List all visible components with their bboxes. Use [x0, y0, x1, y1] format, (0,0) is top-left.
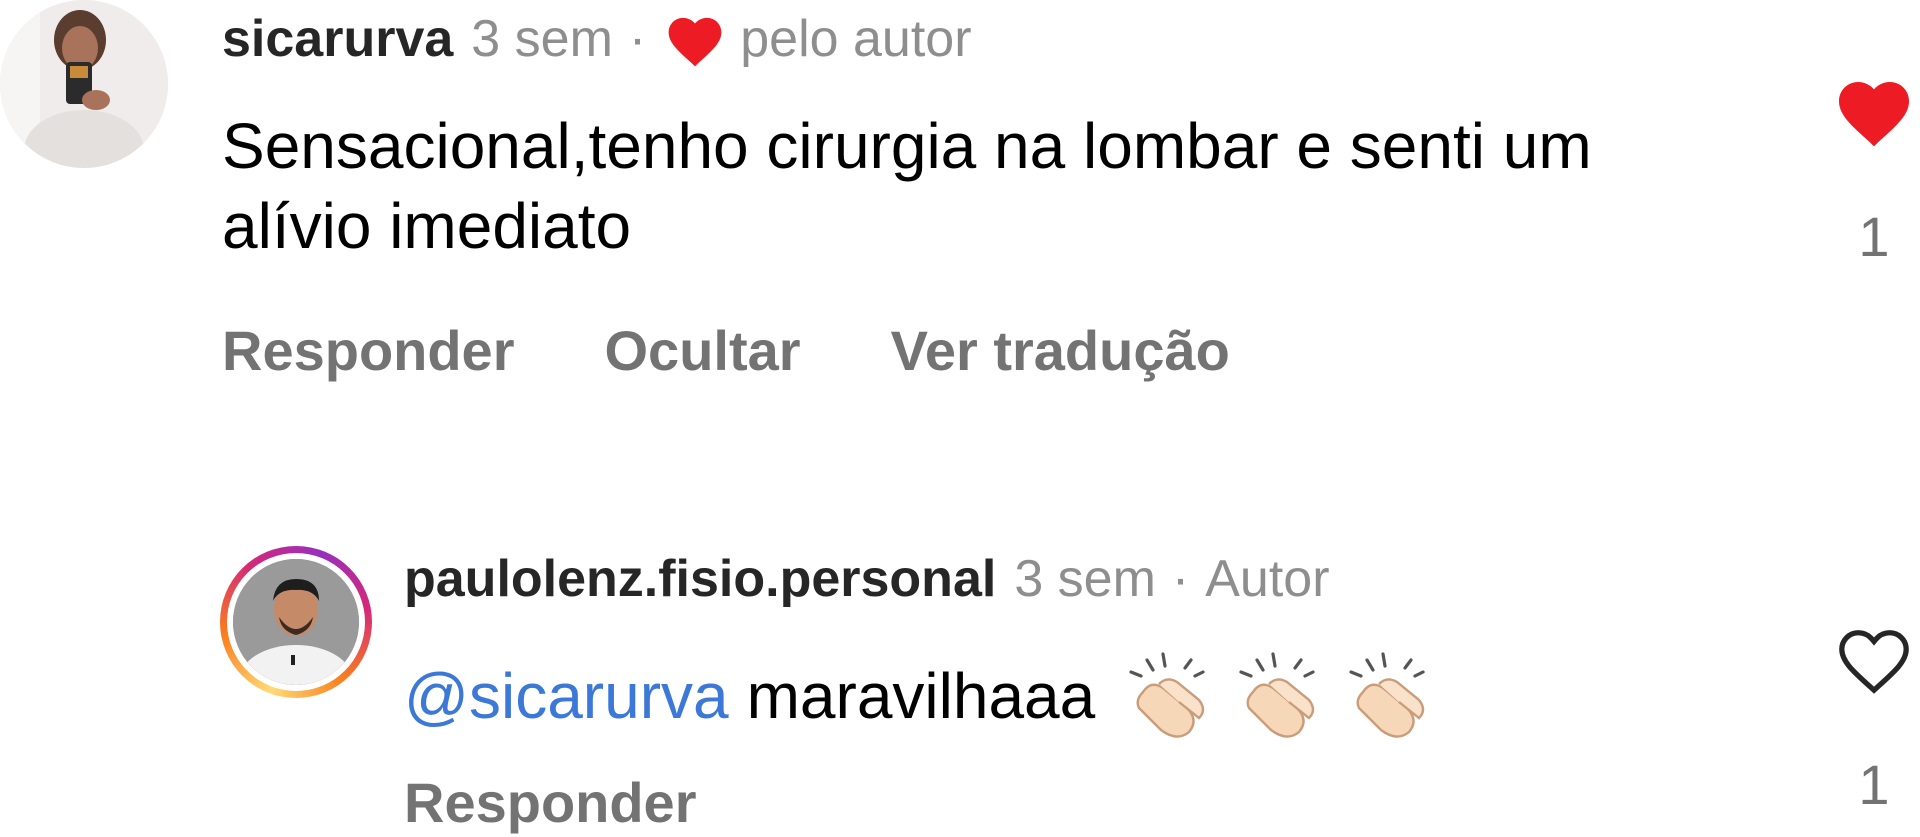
- like-heart-filled-icon[interactable]: [1832, 70, 1916, 150]
- like-count[interactable]: 1: [1832, 752, 1916, 817]
- clapping-hands-icon: [1239, 652, 1315, 738]
- reply-message: maravilhaaa: [746, 660, 1096, 732]
- avatar-photo: [0, 0, 168, 168]
- reply-header: paulolenz.fisio.personal 3 sem · Autor: [404, 544, 1330, 614]
- mention-link[interactable]: @sicarurva: [404, 656, 729, 736]
- separator: ·: [628, 10, 647, 68]
- liked-by-author-label: pelo autor: [740, 10, 972, 68]
- avatar: [233, 559, 359, 685]
- reply-button[interactable]: Responder: [222, 318, 515, 383]
- avatar[interactable]: [0, 0, 168, 168]
- avatar-photo: [233, 559, 359, 685]
- reply-text: @sicarurva maravilhaaa: [404, 648, 1439, 744]
- avatar-story-ring[interactable]: [220, 546, 372, 698]
- author-badge: Autor: [1205, 550, 1330, 608]
- avatar-ring-gap: [227, 553, 365, 691]
- see-translation-button[interactable]: Ver tradução: [891, 318, 1230, 383]
- heart-icon: [668, 17, 722, 67]
- clapping-hands-icon: [1129, 652, 1205, 738]
- hide-button[interactable]: Ocultar: [605, 318, 801, 383]
- separator: ·: [1171, 550, 1190, 608]
- like-count[interactable]: 1: [1832, 204, 1916, 269]
- comment-time: 3 sem: [471, 10, 613, 68]
- reply-actions: Responder: [404, 770, 697, 835]
- reply-button[interactable]: Responder: [404, 771, 697, 834]
- clapping-hands-icon: [1349, 652, 1425, 738]
- comment-text: Sensacional,tenho cirurgia na lombar e s…: [222, 110, 1592, 262]
- comment-actions: Responder Ocultar Ver tradução: [222, 318, 1230, 383]
- comment-header: sicarurva 3 sem · pelo autor: [222, 4, 972, 74]
- reply-time: 3 sem: [1014, 550, 1156, 608]
- comment-username[interactable]: sicarurva: [222, 9, 453, 69]
- like-heart-outline-icon[interactable]: [1832, 618, 1916, 698]
- reply-username[interactable]: paulolenz.fisio.personal: [404, 549, 996, 609]
